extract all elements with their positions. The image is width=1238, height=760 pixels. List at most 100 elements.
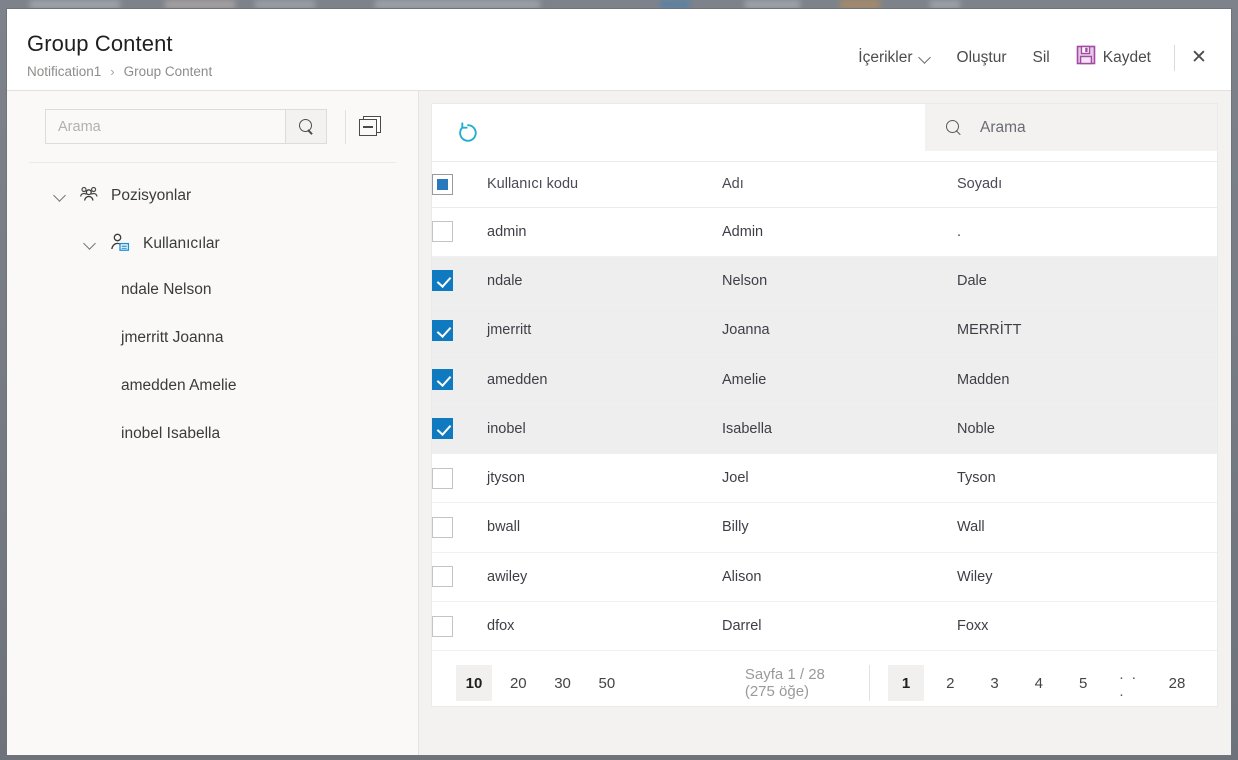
row-checkbox[interactable] bbox=[432, 221, 453, 242]
row-select-cell bbox=[432, 256, 487, 305]
column-header-code[interactable]: Kullanıcı kodu bbox=[487, 162, 722, 207]
table-row[interactable]: awileyAlisonWiley bbox=[432, 552, 1217, 601]
search-input[interactable] bbox=[46, 110, 285, 143]
create-button-label: Oluştur bbox=[957, 49, 1007, 67]
table-row[interactable]: bwallBillyWall bbox=[432, 503, 1217, 552]
tree-node-label: Pozisyonlar bbox=[111, 187, 191, 205]
grid-search-input[interactable] bbox=[980, 119, 1180, 137]
cell-last-name: Wall bbox=[957, 503, 1217, 552]
search-icon bbox=[299, 119, 314, 134]
cell-first-name: Isabella bbox=[722, 404, 957, 453]
floppy-disk-save-icon bbox=[1076, 45, 1096, 70]
title-block: Group Content Notification1 › Group Cont… bbox=[27, 31, 212, 79]
row-select-cell bbox=[432, 355, 487, 404]
row-select-cell bbox=[432, 453, 487, 502]
cell-user-code: bwall bbox=[487, 503, 722, 552]
table-body: adminAdmin.ndaleNelsonDalejmerrittJoanna… bbox=[432, 207, 1217, 651]
row-select-cell bbox=[432, 552, 487, 601]
row-checkbox[interactable] bbox=[432, 369, 453, 390]
tree-leaf-item[interactable]: jmerritt Joanna bbox=[7, 321, 418, 355]
row-checkbox[interactable] bbox=[432, 418, 453, 439]
row-select-cell bbox=[432, 207, 487, 256]
grid-card: Kullanıcı kodu Adı Soyadı adminAdmin.nda… bbox=[431, 103, 1218, 707]
page-number-button[interactable]: 2 bbox=[932, 665, 968, 701]
table-row[interactable]: dfoxDarrelFoxx bbox=[432, 601, 1217, 650]
breadcrumb-current: Group Content bbox=[124, 64, 213, 79]
tree-leaf-item[interactable]: inobel Isabella bbox=[7, 417, 418, 451]
table-row[interactable]: jtysonJoelTyson bbox=[432, 453, 1217, 502]
search-submit-button[interactable] bbox=[285, 110, 326, 143]
cell-user-code: ndale bbox=[487, 256, 722, 305]
refresh-icon[interactable] bbox=[451, 116, 485, 150]
row-checkbox[interactable] bbox=[432, 468, 453, 489]
grid-toolbar bbox=[432, 104, 1217, 162]
page-number-button[interactable]: 5 bbox=[1065, 665, 1101, 701]
delete-button[interactable]: Sil bbox=[1020, 45, 1063, 71]
pagination-ellipsis: . . . bbox=[1109, 666, 1150, 700]
table-row[interactable]: ameddenAmelieMadden bbox=[432, 355, 1217, 404]
page-number-button[interactable]: 4 bbox=[1021, 665, 1057, 701]
row-checkbox[interactable] bbox=[432, 616, 453, 637]
row-select-cell bbox=[432, 404, 487, 453]
select-all-checkbox[interactable] bbox=[432, 174, 453, 195]
page-size-option[interactable]: 10 bbox=[456, 665, 492, 701]
tree-view: Pozisyonlar Kullanıcılar bbox=[7, 163, 418, 451]
table-row[interactable]: inobelIsabellaNoble bbox=[432, 404, 1217, 453]
cell-last-name: . bbox=[957, 207, 1217, 256]
dialog-window: Group Content Notification1 › Group Cont… bbox=[6, 8, 1232, 756]
column-header-lastname[interactable]: Soyadı bbox=[957, 162, 1217, 207]
cell-last-name: Madden bbox=[957, 355, 1217, 404]
page-number-button[interactable]: 1 bbox=[888, 665, 924, 701]
row-checkbox[interactable] bbox=[432, 320, 453, 341]
tree-leaf-item[interactable]: ndale Nelson bbox=[7, 273, 418, 307]
cell-user-code: jmerritt bbox=[487, 306, 722, 355]
page-title: Group Content bbox=[27, 31, 212, 57]
cell-user-code: inobel bbox=[487, 404, 722, 453]
grid-search-box[interactable] bbox=[925, 104, 1217, 151]
dialog-body: Pozisyonlar Kullanıcılar bbox=[7, 91, 1231, 755]
row-checkbox[interactable] bbox=[432, 270, 453, 291]
close-icon[interactable]: ✕ bbox=[1185, 44, 1213, 72]
tree-search-row bbox=[7, 91, 418, 144]
contents-menu-button[interactable]: İçerikler bbox=[845, 45, 943, 71]
cell-first-name: Joel bbox=[722, 453, 957, 502]
select-all-header-cell bbox=[432, 162, 487, 207]
page-number-button[interactable]: 3 bbox=[977, 665, 1013, 701]
table-row[interactable]: adminAdmin. bbox=[432, 207, 1217, 256]
table-row[interactable]: ndaleNelsonDale bbox=[432, 256, 1217, 305]
pagination-divider bbox=[869, 665, 870, 701]
page-size-option[interactable]: 30 bbox=[545, 665, 581, 701]
save-button[interactable]: Kaydet bbox=[1063, 41, 1164, 74]
page-number-last-button[interactable]: 28 bbox=[1159, 665, 1195, 701]
search-icon bbox=[946, 120, 961, 135]
page-size-option[interactable]: 20 bbox=[500, 665, 536, 701]
tree-search-box[interactable] bbox=[45, 109, 327, 144]
table-row[interactable]: jmerrittJoannaMERRİTT bbox=[432, 306, 1217, 355]
cell-last-name: Tyson bbox=[957, 453, 1217, 502]
page-size-option[interactable]: 50 bbox=[589, 665, 625, 701]
cell-last-name: Foxx bbox=[957, 601, 1217, 650]
save-button-label: Kaydet bbox=[1103, 49, 1151, 67]
cell-last-name: Noble bbox=[957, 404, 1217, 453]
row-select-cell bbox=[432, 601, 487, 650]
tree-node-kullanicilar[interactable]: Kullanıcılar bbox=[7, 227, 418, 261]
breadcrumb: Notification1 › Group Content bbox=[27, 64, 212, 79]
collapse-all-icon[interactable] bbox=[359, 116, 381, 137]
tree-leaf-item[interactable]: amedden Amelie bbox=[7, 369, 418, 403]
pagination-info: Sayfa 1 / 28 (275 öğe) bbox=[745, 666, 847, 700]
cell-first-name: Joanna bbox=[722, 306, 957, 355]
table-header-row: Kullanıcı kodu Adı Soyadı bbox=[432, 162, 1217, 207]
column-header-firstname[interactable]: Adı bbox=[722, 162, 957, 207]
row-checkbox[interactable] bbox=[432, 566, 453, 587]
users-table: Kullanıcı kodu Adı Soyadı adminAdmin.nda… bbox=[432, 162, 1217, 651]
chevron-down-icon[interactable] bbox=[83, 237, 97, 251]
chevron-down-icon[interactable] bbox=[53, 189, 67, 203]
cell-first-name: Amelie bbox=[722, 355, 957, 404]
breadcrumb-parent[interactable]: Notification1 bbox=[27, 64, 101, 79]
row-checkbox[interactable] bbox=[432, 517, 453, 538]
create-button[interactable]: Oluştur bbox=[944, 45, 1020, 71]
tree-node-pozisyonlar[interactable]: Pozisyonlar bbox=[7, 179, 418, 213]
cell-user-code: dfox bbox=[487, 601, 722, 650]
cell-last-name: Wiley bbox=[957, 552, 1217, 601]
cell-user-code: awiley bbox=[487, 552, 722, 601]
